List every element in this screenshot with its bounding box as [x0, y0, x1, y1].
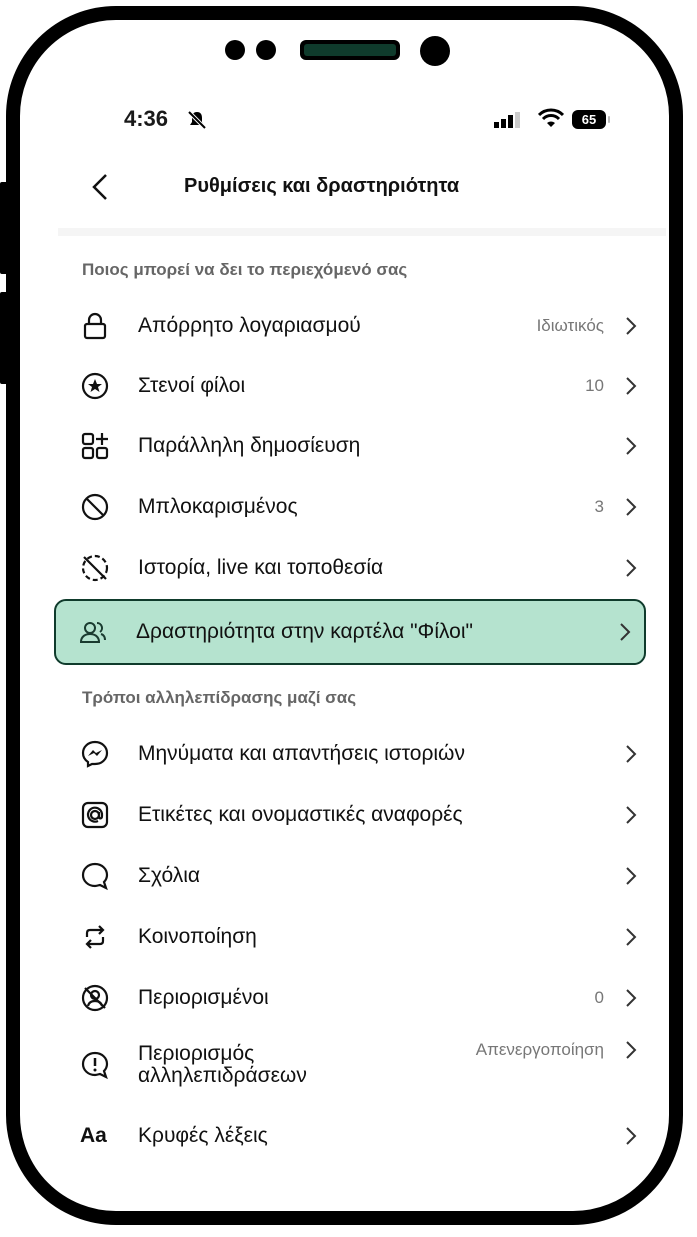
row-hidden-words[interactable]: Aa Κρυφές λέξεις [58, 1106, 668, 1166]
lock-icon [83, 312, 107, 340]
row-value: Απενεργοποίηση [475, 1040, 604, 1060]
wifi-icon [538, 108, 564, 127]
bell-muted-icon [187, 110, 207, 130]
row-label: Ιστορία, live και τοποθεσία [138, 556, 384, 579]
row-label: Δραστηριότητα στην καρτέλα "Φίλοι" [136, 620, 473, 643]
chevron-right-icon [626, 1127, 637, 1145]
friends-icon [79, 622, 106, 643]
row-value: 3 [594, 497, 604, 516]
chevron-right-icon [626, 989, 637, 1007]
row-value: Ιδιωτικός [536, 316, 604, 335]
section-visibility-heading: Ποιος μπορεί να δει το περιεχόμενό σας [82, 260, 408, 279]
row-blocked[interactable]: Μπλοκαρισμένος 3 [58, 477, 668, 537]
signal-icon [494, 112, 520, 128]
row-label: Κρυφές λέξεις [138, 1124, 268, 1147]
story-hidden-icon [81, 554, 109, 582]
at-icon [81, 801, 109, 829]
row-value: 10 [585, 376, 604, 395]
chevron-right-icon [626, 928, 637, 946]
chevron-right-icon [626, 559, 637, 577]
block-icon [81, 493, 109, 521]
chevron-right-icon [626, 498, 637, 516]
row-crossposting[interactable]: Παράλληλη δημοσίευση [58, 416, 668, 476]
row-value: 0 [594, 988, 604, 1007]
header-divider [58, 228, 666, 236]
chevron-right-icon [620, 623, 631, 641]
row-messages-story-replies[interactable]: Μηνύματα και απαντήσεις ιστοριών [58, 724, 668, 784]
row-close-friends[interactable]: Στενοί φίλοι 10 [58, 356, 668, 416]
text-icon: Aa [80, 1124, 107, 1147]
restricted-icon [81, 984, 109, 1012]
row-label: Κοινοποίηση [138, 925, 257, 948]
share-icon [85, 925, 105, 949]
row-label: Παράλληλη δημοσίευση [138, 434, 361, 457]
chevron-right-icon [626, 437, 637, 455]
row-limit-interactions[interactable]: Περιορισμός αλληλεπιδράσεων Απενεργοποίη… [58, 1032, 668, 1098]
row-label: Σχόλια [138, 864, 201, 887]
row-comments[interactable]: Σχόλια [58, 846, 668, 906]
sensor-dot [225, 40, 245, 60]
chevron-right-icon [626, 745, 637, 763]
camera-dot [420, 36, 450, 66]
sensor-dot [256, 40, 276, 60]
chevron-right-icon [626, 806, 637, 824]
alert-icon [81, 1051, 109, 1080]
back-arrow-icon[interactable] [88, 172, 112, 202]
row-label: Περιορισμένοι [138, 986, 269, 1009]
row-label: Μηνύματα και απαντήσεις ιστοριών [138, 742, 465, 765]
speaker-bar [300, 40, 400, 60]
comment-icon [81, 862, 109, 891]
row-label: Απόρρητο λογαριασμού [138, 314, 361, 337]
row-story-live-location[interactable]: Ιστορία, live και τοποθεσία [58, 538, 668, 598]
star-circle-icon [81, 372, 109, 400]
chevron-right-icon [626, 1041, 637, 1060]
row-label: Μπλοκαρισμένος [138, 495, 298, 518]
row-label: Περιορισμός αλληλεπιδράσεων [138, 1042, 307, 1087]
row-friends-tab-activity[interactable]: Δραστηριότητα στην καρτέλα "Φίλοι" [54, 599, 646, 665]
chevron-right-icon [626, 867, 637, 885]
chevron-right-icon [626, 377, 637, 395]
status-time: 4:36 [124, 106, 169, 131]
row-tags-mentions[interactable]: Ετικέτες και ονομαστικές αναφορές [58, 785, 668, 845]
row-label: Στενοί φίλοι [138, 374, 246, 397]
page-title: Ρυθμίσεις και δραστηριότητα [184, 175, 460, 197]
row-account-privacy[interactable]: Απόρρητο λογαριασμού Ιδιωτικός [58, 296, 668, 356]
messenger-icon [81, 740, 109, 768]
row-sharing[interactable]: Κοινοποίηση [58, 907, 668, 967]
chevron-right-icon [626, 317, 637, 335]
section-interactions-heading: Τρόποι αλληλεπίδρασης μαζί σας [82, 688, 357, 707]
grid-add-icon [81, 432, 109, 460]
row-restricted[interactable]: Περιορισμένοι 0 [58, 968, 668, 1028]
row-label: Ετικέτες και ονομαστικές αναφορές [138, 803, 463, 826]
battery-indicator: 65 [572, 110, 610, 129]
